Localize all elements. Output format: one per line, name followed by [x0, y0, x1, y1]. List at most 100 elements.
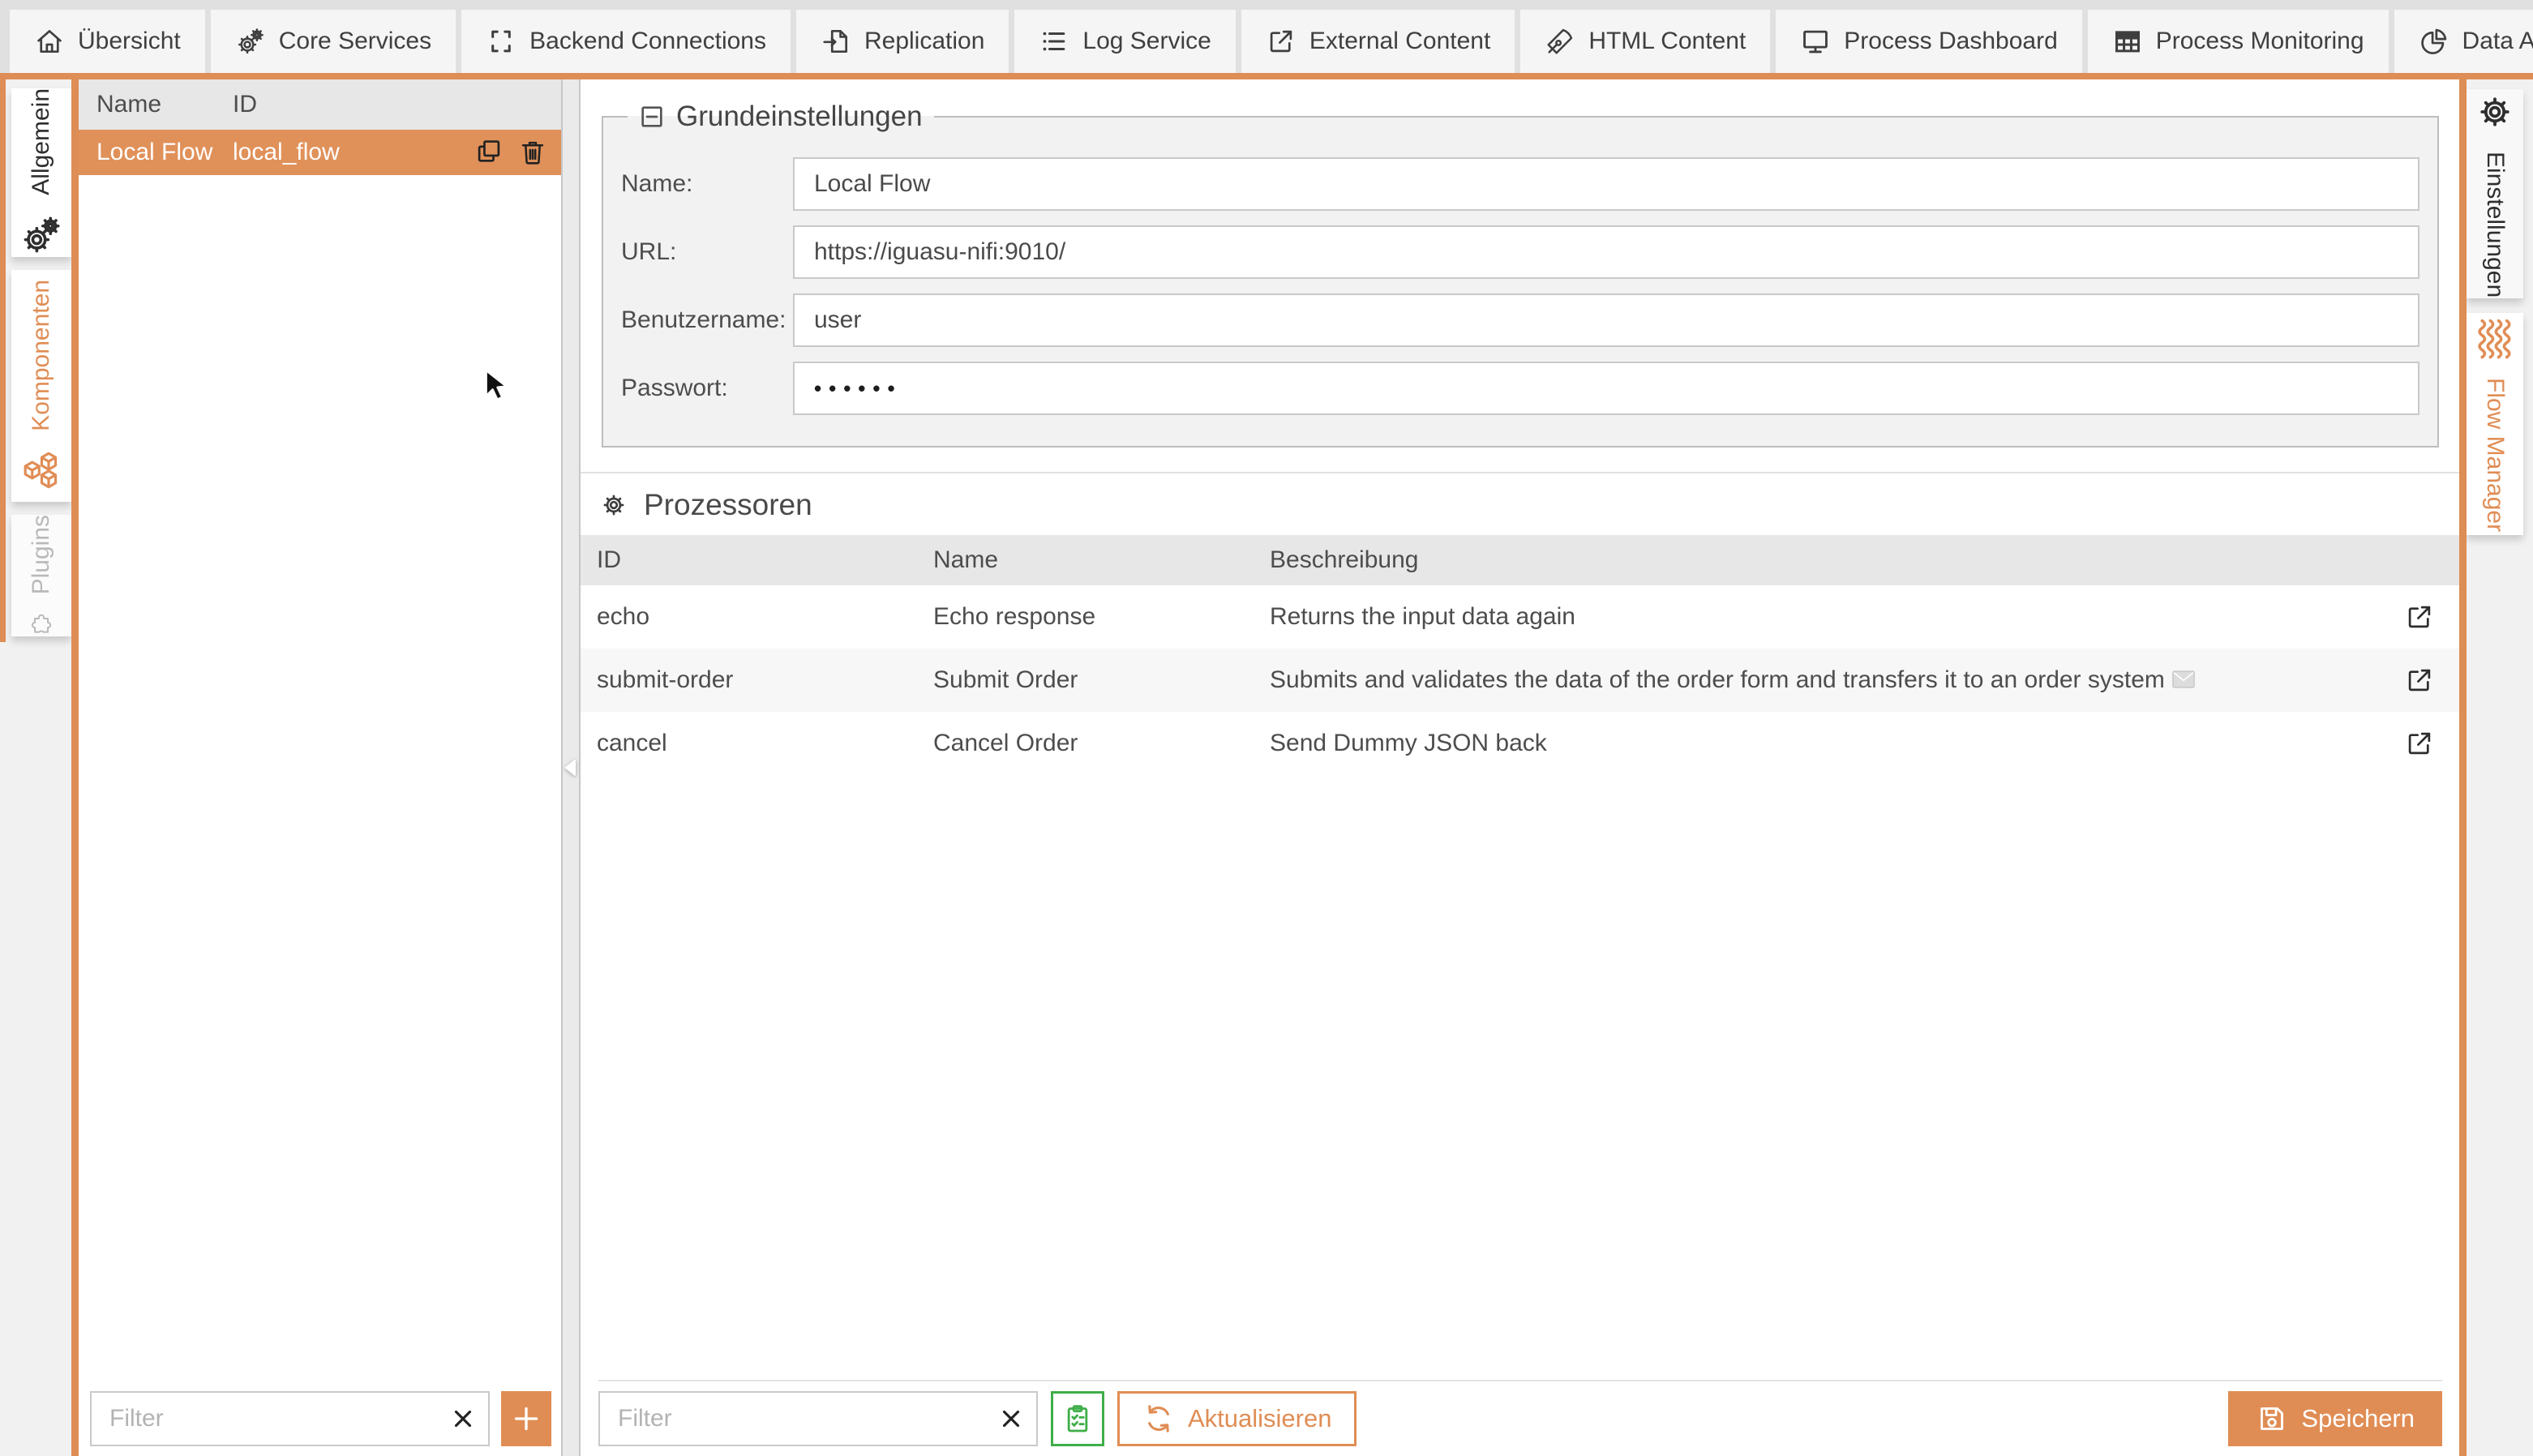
content-left-border — [0, 79, 6, 642]
app-window: Übersicht Core Services Backend Connecti… — [0, 0, 2533, 1456]
legend-text: Grundeinstellungen — [676, 101, 923, 133]
password-field[interactable] — [793, 362, 2419, 415]
sidebar-tab-plugins[interactable]: Plugins — [11, 515, 71, 636]
plus-icon — [510, 1402, 542, 1435]
processor-filter — [598, 1391, 1038, 1446]
home-icon — [34, 26, 65, 57]
tab-uebersicht[interactable]: Übersicht — [10, 10, 205, 73]
refresh-label: Aktualisieren — [1188, 1404, 1331, 1433]
tab-core-services[interactable]: Core Services — [211, 10, 456, 73]
external-link-icon[interactable] — [2404, 665, 2435, 696]
trash-icon[interactable] — [517, 137, 548, 168]
components-icon — [19, 448, 63, 492]
external-link-icon — [1266, 26, 1297, 57]
name-label: Name: — [621, 170, 793, 198]
flow-detail-panel: Grundeinstellungen Name: URL: Benutzerna… — [581, 79, 2460, 1456]
tab-label: Data Analysis — [2462, 28, 2533, 55]
sidebar-tab-flow-manager[interactable]: Flow Manager — [2467, 313, 2523, 535]
basic-settings-fieldset: Grundeinstellungen Name: URL: Benutzerna… — [602, 101, 2439, 448]
detail-footer: Aktualisieren Speichern — [598, 1380, 2442, 1446]
tab-label: Process Dashboard — [1844, 28, 2057, 55]
processor-name: Cancel Order — [917, 730, 1254, 757]
processor-filter-input[interactable] — [598, 1391, 1038, 1446]
tab-replication[interactable]: Replication — [796, 10, 1009, 73]
processor-row-echo: echo Echo response Returns the input dat… — [581, 585, 2460, 649]
refresh-button[interactable]: Aktualisieren — [1117, 1391, 1357, 1446]
tab-label: Einstellungen — [2481, 152, 2509, 298]
x-icon[interactable] — [997, 1405, 1025, 1432]
panel-splitter[interactable] — [561, 79, 581, 1456]
flow-id: local_flow — [233, 139, 474, 166]
waves-icon — [2473, 316, 2517, 360]
tab-process-dashboard[interactable]: Process Dashboard — [1776, 10, 2081, 73]
processor-name: Echo response — [917, 603, 1254, 631]
processor-id: echo — [581, 603, 917, 631]
name-field[interactable] — [793, 157, 2419, 211]
processor-row-submit-order: submit-order Submit Order Submits and va… — [581, 649, 2460, 712]
basic-settings-form: Name: URL: Benutzername: Passwort: — [621, 157, 2419, 415]
tab-label: Replication — [864, 28, 984, 55]
gear-icon — [598, 490, 629, 520]
password-label: Passwort: — [621, 375, 793, 402]
fieldset-legend: Grundeinstellungen — [628, 101, 934, 133]
processor-description: Send Dummy JSON back — [1254, 730, 2379, 757]
floppy-icon — [2256, 1402, 2288, 1435]
gears-icon — [19, 213, 63, 257]
pen-icon — [1545, 26, 1575, 57]
tab-log-service[interactable]: Log Service — [1014, 10, 1235, 73]
external-link-icon[interactable] — [2404, 728, 2435, 759]
table-icon — [2112, 26, 2143, 57]
column-header-description: Beschreibung — [1254, 546, 2379, 574]
tab-label: Komponenten — [28, 280, 55, 431]
tab-label: Plugins — [28, 515, 55, 594]
tab-label: Allgemein — [28, 88, 55, 195]
tab-backend-connections[interactable]: Backend Connections — [461, 10, 791, 73]
pie-chart-icon — [2419, 26, 2449, 57]
top-nav: Übersicht Core Services Backend Connecti… — [0, 0, 2533, 73]
url-field[interactable] — [793, 225, 2419, 279]
gears-icon — [235, 26, 266, 57]
flow-list-row-selected[interactable]: Local Flow local_flow — [79, 130, 561, 175]
tab-html-content[interactable]: HTML Content — [1520, 10, 1770, 73]
tab-label: Core Services — [279, 28, 431, 55]
save-label: Speichern — [2301, 1404, 2415, 1433]
tab-label: Backend Connections — [529, 28, 766, 55]
validate-button[interactable] — [1051, 1391, 1104, 1446]
flow-list-panel: Name ID Local Flow local_flow — [79, 79, 561, 1456]
x-icon[interactable] — [449, 1405, 477, 1432]
add-flow-button[interactable] — [501, 1391, 551, 1446]
tab-label: Übersicht — [78, 28, 181, 55]
save-button[interactable]: Speichern — [2228, 1391, 2442, 1446]
puzzle-icon — [19, 612, 63, 636]
list-icon — [1039, 26, 1069, 57]
tab-label: HTML Content — [1588, 28, 1746, 55]
external-link-icon[interactable] — [2404, 602, 2435, 632]
username-field[interactable] — [793, 293, 2419, 347]
tab-process-monitoring[interactable]: Process Monitoring — [2088, 10, 2389, 73]
tab-label: External Content — [1309, 28, 1490, 55]
processor-id: submit-order — [581, 666, 917, 694]
brackets-icon — [486, 26, 516, 57]
processor-description: Submits and validates the data of the or… — [1254, 666, 2379, 694]
sidebar-tab-komponenten[interactable]: Komponenten — [11, 270, 71, 502]
content-top-border — [0, 73, 2533, 79]
clipboard-check-icon — [1061, 1402, 1094, 1435]
processors-section-header: Prozessoren — [581, 472, 2460, 535]
url-label: URL: — [621, 238, 793, 266]
sidebar-tab-allgemein[interactable]: Allgemein — [11, 88, 71, 257]
column-header-id: ID — [233, 91, 257, 118]
tab-data-analysis[interactable]: Data Analysis — [2394, 10, 2533, 73]
tab-external-content[interactable]: External Content — [1241, 10, 1515, 73]
sidebar-tab-einstellungen[interactable]: Einstellungen — [2467, 89, 2523, 298]
column-header-name: Name — [96, 91, 233, 118]
flow-filter-input[interactable] — [90, 1391, 490, 1446]
flow-name: Local Flow — [96, 139, 233, 166]
flow-list-footer — [90, 1391, 551, 1446]
minus-square-icon[interactable] — [639, 104, 665, 130]
username-label: Benutzername: — [621, 306, 793, 334]
processor-name: Submit Order — [917, 666, 1254, 694]
processor-description: Returns the input data again — [1254, 603, 2379, 631]
refresh-icon — [1142, 1402, 1175, 1435]
gear-icon — [2473, 90, 2517, 134]
copy-icon[interactable] — [474, 137, 504, 168]
